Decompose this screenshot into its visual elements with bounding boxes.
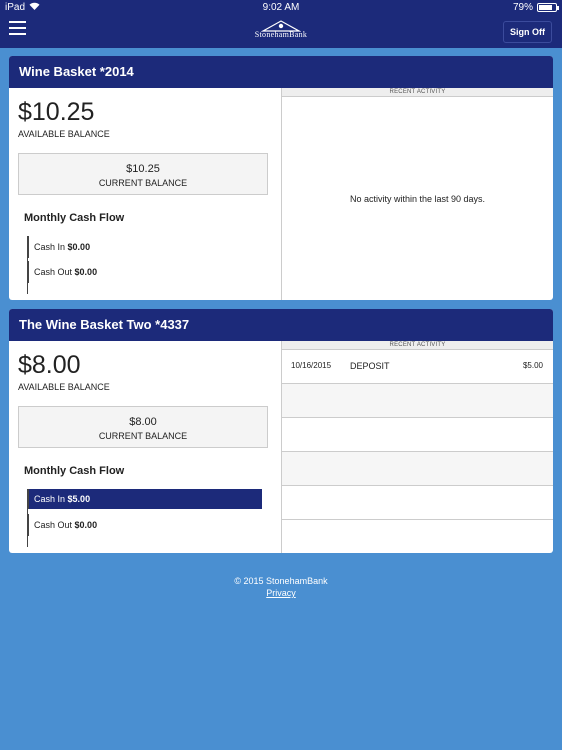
copyright-text: © 2015 StonehamBank bbox=[234, 576, 328, 586]
account-card: The Wine Basket Two *4337 $8.00 AVAILABL… bbox=[9, 309, 553, 553]
balance-pane: $8.00 AVAILABLE BALANCE $8.00 CURRENT BA… bbox=[9, 341, 281, 553]
recent-activity-header: RECENT ACTIVITY bbox=[282, 88, 553, 97]
cash-out-value: $0.00 bbox=[74, 520, 98, 530]
no-activity-message: No activity within the last 90 days. bbox=[349, 194, 486, 204]
menu-icon[interactable] bbox=[9, 21, 26, 35]
cash-in-value: $5.00 bbox=[67, 494, 91, 504]
current-balance: $10.25 bbox=[126, 163, 160, 175]
cash-out-label: Cash Out bbox=[34, 520, 73, 530]
available-balance: $8.00 bbox=[18, 351, 81, 379]
privacy-link[interactable]: Privacy bbox=[266, 588, 296, 598]
available-balance-label: AVAILABLE BALANCE bbox=[18, 382, 110, 392]
account-card: Wine Basket *2014 $10.25 AVAILABLE BALAN… bbox=[9, 56, 553, 300]
cash-in-row: Cash In $5.00 bbox=[27, 489, 262, 509]
nav-bar: StonehamBank Sign Off bbox=[0, 14, 562, 48]
battery-fill bbox=[539, 5, 552, 10]
battery-percent: 79% bbox=[512, 2, 533, 13]
cash-in-label: Cash In bbox=[34, 242, 66, 252]
recent-activity-pane: RECENT ACTIVITY No activity within the l… bbox=[281, 88, 553, 300]
available-balance-label: AVAILABLE BALANCE bbox=[18, 129, 110, 139]
cash-out-row: Cash Out $0.00 bbox=[27, 261, 97, 283]
recent-activity-header: RECENT ACTIVITY bbox=[282, 341, 553, 350]
cash-in-row: Cash In $0.00 bbox=[27, 236, 90, 258]
empty-table-row bbox=[282, 452, 553, 486]
transaction-amount: $5.00 bbox=[522, 361, 543, 370]
cash-flow-title: Monthly Cash Flow bbox=[24, 465, 125, 477]
current-balance-label: CURRENT BALANCE bbox=[98, 178, 188, 188]
cash-flow-title: Monthly Cash Flow bbox=[24, 212, 125, 224]
cash-in-label: Cash In bbox=[34, 494, 66, 504]
account-title[interactable]: Wine Basket *2014 bbox=[9, 56, 553, 88]
transaction-description: DEPOSIT bbox=[350, 361, 390, 371]
transaction-date: 10/16/2015 bbox=[291, 361, 332, 370]
logo-text: StonehamBank bbox=[254, 30, 308, 39]
account-title[interactable]: The Wine Basket Two *4337 bbox=[9, 309, 553, 341]
battery-icon bbox=[537, 3, 559, 12]
balance-pane: $10.25 AVAILABLE BALANCE $10.25 CURRENT … bbox=[9, 88, 281, 300]
table-row[interactable]: 10/16/2015 DEPOSIT $5.00 bbox=[282, 350, 553, 384]
cash-in-value: $0.00 bbox=[67, 242, 91, 252]
empty-table-row bbox=[282, 418, 553, 452]
bank-logo: StonehamBank bbox=[246, 20, 316, 42]
cash-out-row: Cash Out $0.00 bbox=[27, 514, 97, 536]
footer: © 2015 StonehamBank Privacy bbox=[0, 576, 562, 598]
sign-off-button[interactable]: Sign Off bbox=[503, 21, 552, 43]
current-balance-box: $8.00 CURRENT BALANCE bbox=[18, 406, 268, 448]
current-balance-box: $10.25 CURRENT BALANCE bbox=[18, 153, 268, 195]
cash-out-label: Cash Out bbox=[34, 267, 73, 277]
current-balance-label: CURRENT BALANCE bbox=[98, 431, 188, 441]
current-balance: $8.00 bbox=[129, 416, 157, 428]
empty-table-row bbox=[282, 486, 553, 520]
cash-out-value: $0.00 bbox=[74, 267, 98, 277]
available-balance: $10.25 bbox=[18, 98, 95, 126]
clock: 9:02 AM bbox=[262, 2, 300, 13]
recent-activity-pane: RECENT ACTIVITY 10/16/2015 DEPOSIT $5.00 bbox=[281, 341, 553, 553]
status-bar: iPad 9:02 AM 79% bbox=[0, 0, 562, 14]
empty-table-row bbox=[282, 384, 553, 418]
